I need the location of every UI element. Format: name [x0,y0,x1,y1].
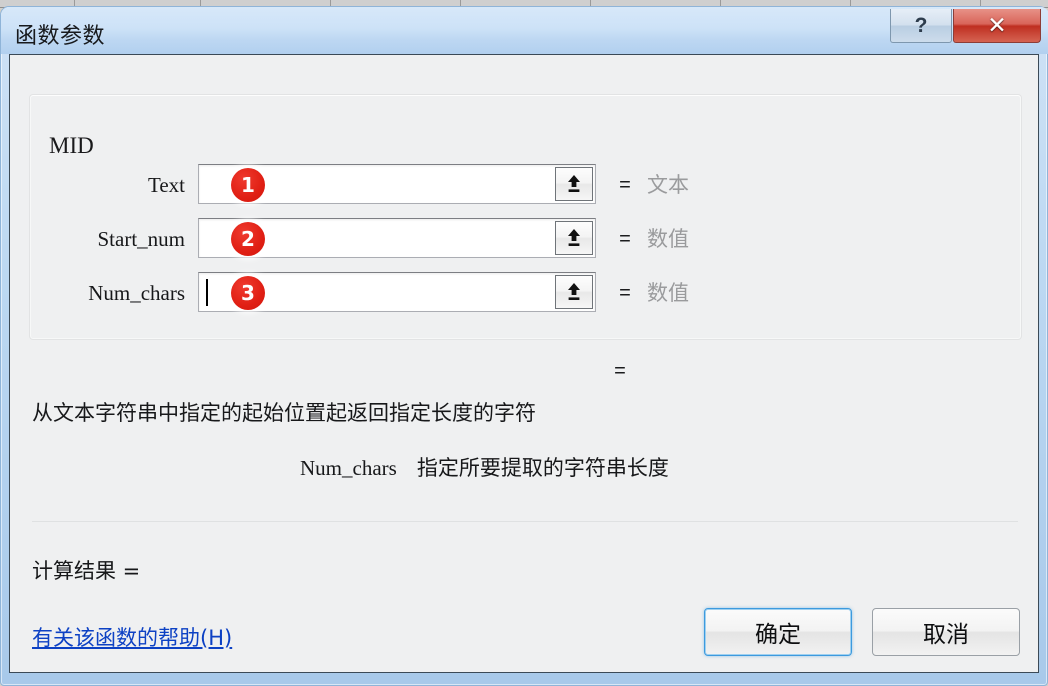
calc-result-label-text: 计算结果 = [32,559,141,583]
argument-description-block: Num_chars 指定所要提取的字符串长度 [300,452,669,482]
dialog-title-bar[interactable]: 函数参数 ? ✕ [1,7,1048,54]
argument-label-num-chars: Num_chars [88,281,185,305]
argument-type-hint-num-chars: 数值 [647,281,689,305]
collapse-dialog-icon[interactable] [555,221,593,255]
help-icon-button[interactable]: ? [890,9,952,43]
equals-sign-num-chars: = [619,282,631,304]
dialog-title: 函数参数 [15,24,106,49]
argument-row-start-num: Start_num 2 = 数值 [10,218,1040,260]
function-description: 从文本字符串中指定的起始位置起返回指定长度的字符 [32,401,536,425]
argument-row-num-chars: Num_chars 3 = 数值 [10,272,1040,314]
dialog-client-area: MID Text 1 = 文本 Start_num 2 = 数值 Num_cha… [9,54,1039,673]
result-equals-sign: = [614,360,626,382]
text-caret [206,279,208,306]
step-badge-1: 1 [231,168,265,202]
window-controls: ? ✕ [890,9,1041,47]
argument-row-text: Text 1 = 文本 [10,164,1040,206]
argument-description-text: 指定所要提取的字符串长度 [416,456,669,480]
ok-button[interactable]: 确定 [704,608,852,656]
step-badge-2: 2 [231,222,265,256]
argument-label-start-num: Start_num [97,227,186,251]
collapse-dialog-icon[interactable] [555,167,593,201]
cancel-button[interactable]: 取消 [872,608,1020,656]
close-button[interactable]: ✕ [953,9,1041,43]
argument-description-name: Num_chars [300,456,397,480]
function-arguments-dialog: 函数参数 ? ✕ MID Text 1 = 文本 Start_num 2 = 数… [0,6,1048,686]
collapse-dialog-icon[interactable] [555,275,593,309]
equals-sign-text: = [619,174,631,196]
argument-type-hint-text: 文本 [647,173,689,197]
section-divider [32,521,1018,522]
argument-label-text: Text [147,173,185,197]
argument-type-hint-start-num: 数值 [647,227,689,251]
step-badge-3: 3 [231,276,265,310]
function-help-link[interactable]: 有关该函数的帮助(H) [32,622,232,652]
equals-sign-start-num: = [619,228,631,250]
calc-result-label: 计算结果 = [32,555,140,585]
function-name-label: MID [42,133,101,159]
